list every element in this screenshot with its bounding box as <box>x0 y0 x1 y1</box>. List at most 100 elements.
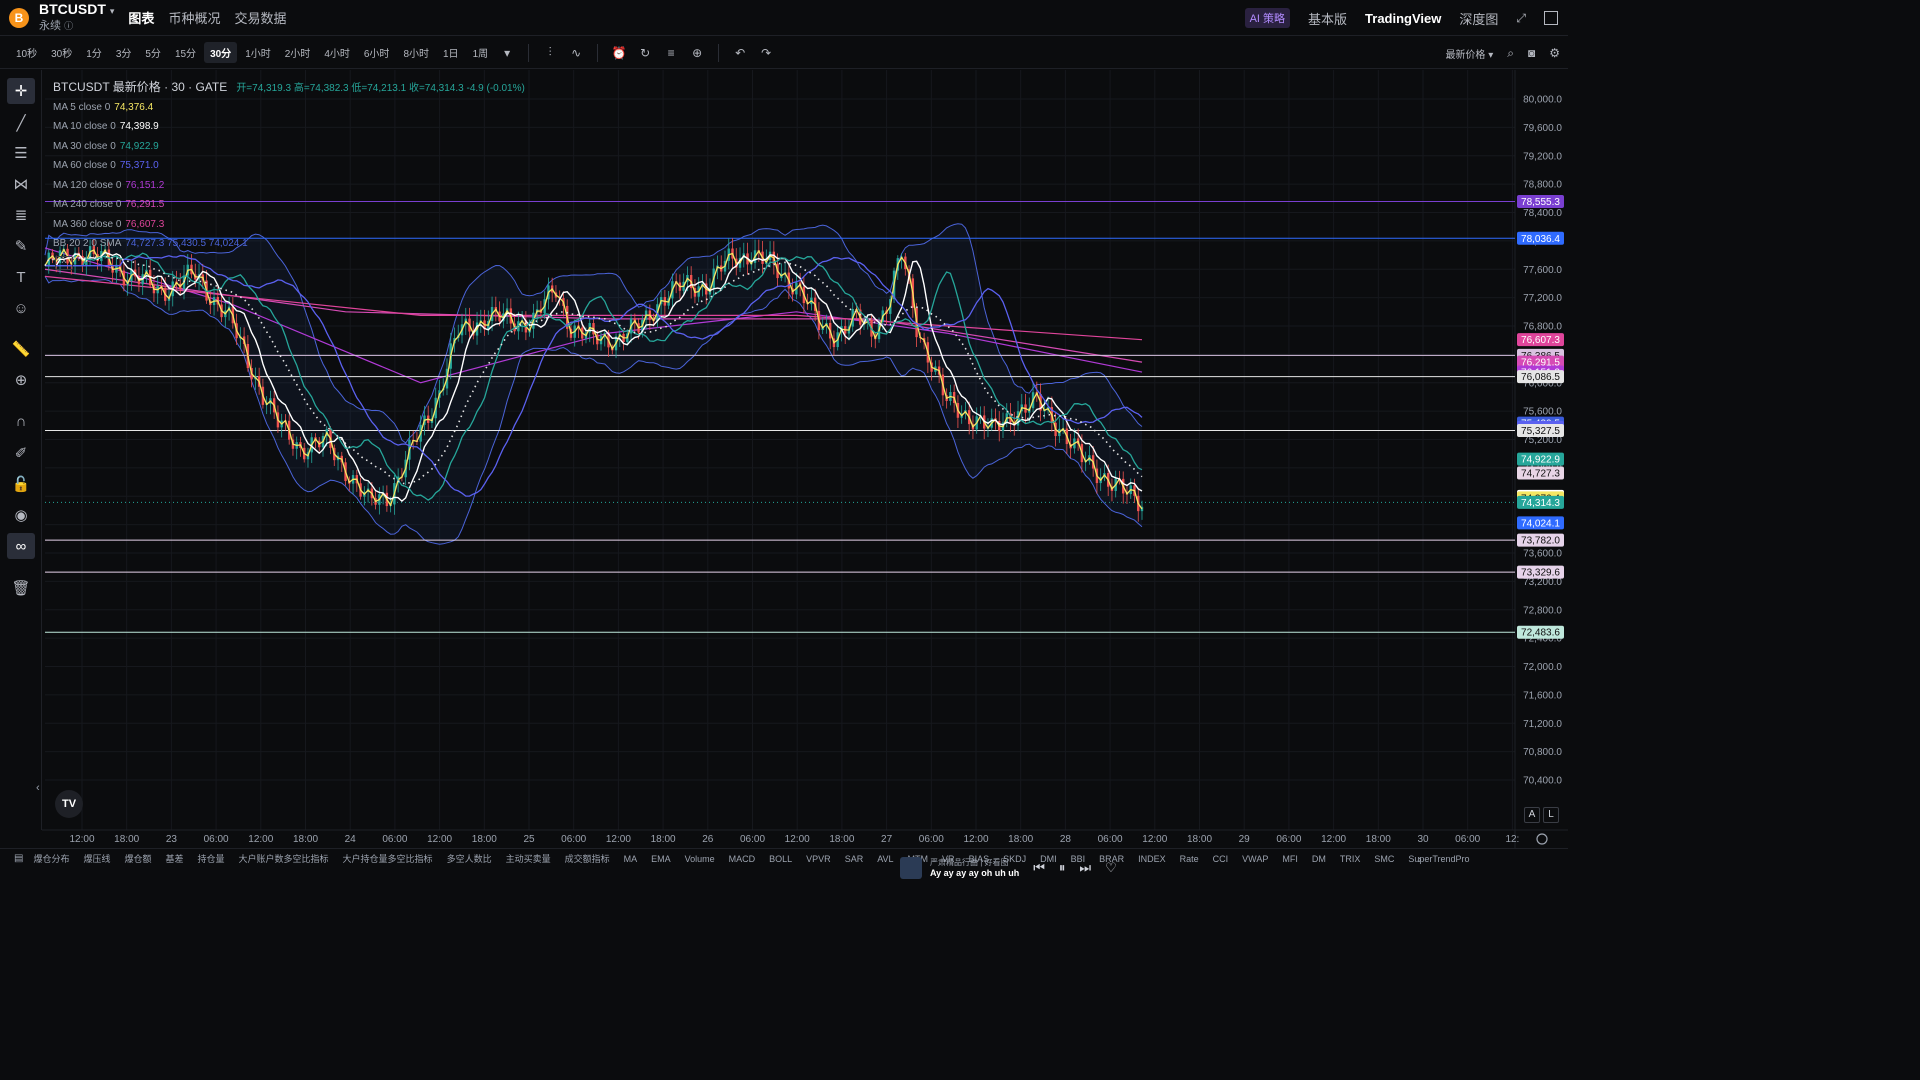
timeframe-6h[interactable]: 6小时 <box>358 42 396 63</box>
time-tick-label: 18:00 <box>829 834 854 845</box>
indicator-tab[interactable]: SAR <box>845 854 864 864</box>
indicator-tab[interactable]: 爆仓额 <box>124 852 151 865</box>
add-indicator-icon[interactable]: ⊕ <box>684 46 710 60</box>
chevron-right-icon[interactable]: › <box>1418 854 1422 866</box>
indicator-name: BB 20 2 0 SMA <box>53 238 122 249</box>
indicator-tab[interactable]: 基差 <box>166 852 184 865</box>
indicator-tab[interactable]: TRIX <box>1340 854 1361 864</box>
timeframe-5m[interactable]: 5分 <box>139 42 167 63</box>
calendar-icon[interactable]: ▤ <box>14 853 23 864</box>
indicator-tab[interactable]: 爆压线 <box>83 852 110 865</box>
toolbar-right: 最新价格 ▾ ⌕ ◙ ⚙ <box>1445 37 1560 69</box>
indicator-tab[interactable]: SMC <box>1374 854 1394 864</box>
indicator-legend-row[interactable]: MA 30 close 0 74,922.9 <box>53 137 525 157</box>
price-chart[interactable]: 80,000.0 79,600.0 79,200.0 78,800.0 78,400.0… <box>0 70 1568 848</box>
alert-icon[interactable]: ⏰ <box>606 46 632 60</box>
candle-style-icon[interactable]: ⫶ <box>537 45 563 60</box>
time-tick-label: 12:00 <box>785 834 810 845</box>
tab-chart[interactable]: 图表 <box>128 8 154 27</box>
contract-type: 永续 <box>39 19 61 32</box>
time-tick-label: 18:00 <box>1008 834 1033 845</box>
indicator-tab[interactable]: 成交额指标 <box>565 852 610 865</box>
redo-icon[interactable]: ↷ <box>753 46 779 60</box>
undo-icon[interactable]: ↶ <box>727 46 753 60</box>
indicator-tab[interactable]: BOLL <box>769 854 792 864</box>
indicator-legend-row[interactable]: MA 240 close 0 76,291.5 <box>53 195 525 215</box>
search-icon[interactable]: ⌕ <box>1507 46 1514 61</box>
indicator-legend-row[interactable]: MA 120 close 0 76,151.2 <box>53 176 525 196</box>
indicator-tab[interactable]: 持仓量 <box>198 852 225 865</box>
indicator-tab[interactable]: 主动买卖量 <box>506 852 551 865</box>
time-axis-settings-icon[interactable] <box>1536 833 1548 845</box>
pause-icon[interactable]: ⏸ <box>1059 860 1066 876</box>
indicator-tab[interactable]: MFI <box>1282 854 1298 864</box>
basic-mode-button[interactable]: 基本版 <box>1308 9 1347 28</box>
indicator-tab[interactable]: DM <box>1312 854 1326 864</box>
indicator-legend-row[interactable]: MA 360 close 0 76,607.3 <box>53 215 525 235</box>
camera-icon[interactable]: ◙ <box>1528 46 1535 60</box>
indicator-legend-row[interactable]: BB 20 2 0 SMA 74,727.3 75,430.5 74,024.1 <box>53 234 525 254</box>
timeframe-15m[interactable]: 15分 <box>169 42 202 63</box>
timeframe-2h[interactable]: 2小时 <box>279 42 317 63</box>
indicator-tab[interactable]: Volume <box>685 854 715 864</box>
indicator-tab[interactable]: 大户持仓量多空比指标 <box>343 852 433 865</box>
templates-icon[interactable]: ≡ <box>658 46 684 60</box>
timeframe-1w[interactable]: 1周 <box>467 42 495 63</box>
indicator-tab[interactable]: VWAP <box>1242 854 1268 864</box>
media-title: 严肃精品行曲 | 好看图 <box>930 858 1009 867</box>
timeframe-1d[interactable]: 1日 <box>437 42 465 63</box>
symbol-selector[interactable]: BTCUSDT ▾ 永续 ⓘ <box>39 1 115 34</box>
timeframe-8h[interactable]: 8小时 <box>397 42 435 63</box>
log-scale-button[interactable]: L <box>1543 807 1559 823</box>
indicator-tab[interactable]: AVL <box>877 854 893 864</box>
indicator-tab[interactable]: 爆仓分布 <box>33 852 69 865</box>
chevron-left-icon[interactable]: ‹ <box>36 782 40 794</box>
legend-collapse-button[interactable]: ^ <box>55 256 73 270</box>
info-icon[interactable]: ⓘ <box>64 21 73 31</box>
indicator-tab[interactable]: Rate <box>1180 854 1199 864</box>
indicator-tab[interactable]: MA <box>624 854 638 864</box>
price-type-select[interactable]: 最新价格 ▾ <box>1445 46 1493 61</box>
tab-coin-overview[interactable]: 币种概况 <box>168 8 220 27</box>
heart-icon[interactable]: ♡ <box>1105 860 1117 876</box>
tradingview-logo[interactable]: TV <box>55 790 83 818</box>
timeframe-1h[interactable]: 1小时 <box>239 42 277 63</box>
auto-scale-button[interactable]: A <box>1524 807 1540 823</box>
indicator-legend-row[interactable]: MA 10 close 0 74,398.9 <box>53 117 525 137</box>
indicator-tab[interactable]: CCI <box>1213 854 1229 864</box>
timeframe-dropdown-icon[interactable]: ▾ <box>494 46 520 60</box>
ai-strategy-button[interactable]: AI 策略 <box>1244 8 1291 28</box>
indicators-icon[interactable]: ∿ <box>563 46 589 60</box>
indicator-legend-row[interactable]: MA 5 close 0 74,376.4 <box>53 98 525 118</box>
indicator-tab[interactable]: VPVR <box>806 854 831 864</box>
indicator-legend-row[interactable]: MA 60 close 0 75,371.0 <box>53 156 525 176</box>
timeframe-30m[interactable]: 30分 <box>204 42 238 63</box>
top-tabs: 图表 币种概况 交易数据 <box>128 8 286 27</box>
price-tick-label: 79,600.0 <box>1523 123 1562 134</box>
indicator-tab[interactable]: EMA <box>651 854 671 864</box>
chevron-down-icon[interactable]: ▾ <box>110 6 115 16</box>
next-icon[interactable]: ⏭ <box>1079 860 1091 876</box>
indicator-tab[interactable]: 大户账户数多空比指标 <box>239 852 329 865</box>
media-thumbnail[interactable] <box>900 857 922 879</box>
tradingview-mode-button[interactable]: TradingView <box>1365 11 1441 26</box>
gear-icon[interactable]: ⚙ <box>1549 46 1560 60</box>
indicator-tab[interactable]: 多空人数比 <box>447 852 492 865</box>
expand-icon[interactable]: ⤢ <box>1516 11 1526 26</box>
fullscreen-icon[interactable] <box>1544 11 1558 25</box>
timeframe-1m[interactable]: 1分 <box>80 42 108 63</box>
previous-icon[interactable]: ⏮ <box>1033 860 1045 876</box>
symbol-name[interactable]: BTCUSDT <box>39 1 106 17</box>
tab-trading-data[interactable]: 交易数据 <box>234 8 286 27</box>
indicator-value: 76,607.3 <box>125 218 165 230</box>
time-tick-label: 06:00 <box>1276 834 1301 845</box>
price-tick-label: 77,200.0 <box>1523 293 1562 304</box>
timeframe-30s[interactable]: 30秒 <box>45 42 78 63</box>
timeframe-3m[interactable]: 3分 <box>110 42 138 63</box>
price-label: 74,024.1 <box>1521 518 1560 529</box>
indicator-tab[interactable]: MACD <box>729 854 756 864</box>
depth-chart-button[interactable]: 深度图 <box>1459 9 1498 28</box>
timeframe-10s[interactable]: 10秒 <box>10 42 43 63</box>
timeframe-4h[interactable]: 4小时 <box>318 42 356 63</box>
replay-icon[interactable]: ↻ <box>632 46 658 60</box>
